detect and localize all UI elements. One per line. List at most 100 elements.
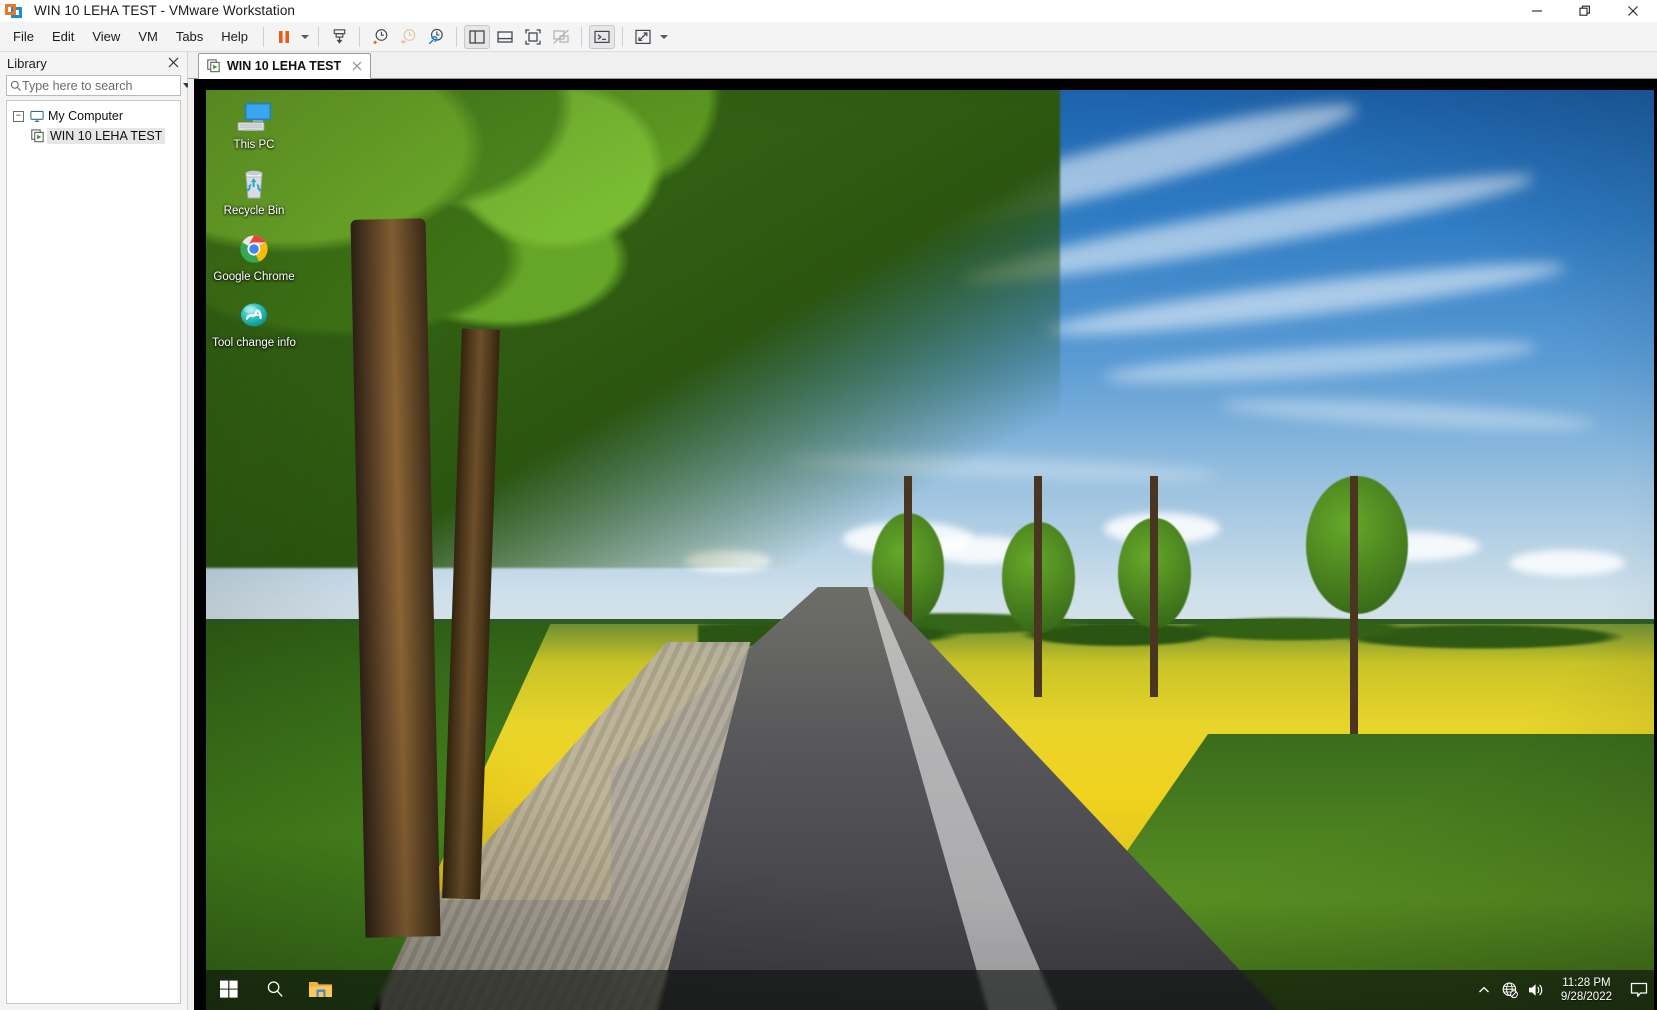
clock-revert-icon bbox=[400, 29, 415, 44]
fullscreen-icon bbox=[525, 28, 541, 45]
menu-vm[interactable]: VM bbox=[129, 25, 167, 48]
clock-plus-icon bbox=[373, 29, 387, 45]
network-status-icon[interactable] bbox=[1497, 970, 1523, 1010]
toolbar-divider bbox=[318, 26, 320, 47]
menu-toolbar: File Edit View VM Tabs Help bbox=[0, 22, 1657, 52]
take-snapshot-button[interactable] bbox=[367, 25, 393, 49]
vm-pane: WIN 10 LEHA TEST This PC Recycle Bin Goo… bbox=[188, 52, 1657, 1010]
restore-icon[interactable] bbox=[1561, 0, 1609, 22]
clock-time: 11:28 PM bbox=[1562, 977, 1611, 989]
desktop-icon-label: Recycle Bin bbox=[223, 205, 285, 217]
recycle-bin-icon bbox=[233, 164, 275, 204]
volume-icon[interactable] bbox=[1523, 970, 1549, 1010]
library-panel-icon bbox=[469, 29, 485, 44]
search-input[interactable] bbox=[22, 78, 183, 93]
close-icon[interactable] bbox=[165, 54, 181, 70]
speech-bubble-icon bbox=[1630, 982, 1648, 998]
window-title: WIN 10 LEHA TEST - VMware Workstation bbox=[34, 3, 296, 18]
menu-file[interactable]: File bbox=[4, 25, 43, 48]
title-bar: WIN 10 LEHA TEST - VMware Workstation bbox=[0, 0, 1657, 22]
vmware-logo-icon bbox=[5, 3, 25, 19]
vm-viewport-frame: This PC Recycle Bin Google Chrome Tool c… bbox=[194, 79, 1657, 1010]
stretch-guest-button[interactable] bbox=[630, 25, 656, 49]
file-explorer-button[interactable] bbox=[298, 970, 344, 1010]
search-icon bbox=[265, 979, 285, 1002]
speaker-icon bbox=[1528, 984, 1543, 996]
menu-view[interactable]: View bbox=[83, 25, 129, 48]
desktop-icon-google-chrome[interactable]: Google Chrome bbox=[212, 228, 296, 285]
library-header: Library bbox=[0, 52, 187, 74]
search-box[interactable] bbox=[6, 75, 191, 96]
tab-label: WIN 10 LEHA TEST bbox=[227, 59, 342, 73]
menu-help[interactable]: Help bbox=[212, 25, 257, 48]
close-icon[interactable] bbox=[349, 58, 365, 74]
stretch-dropdown-button[interactable] bbox=[657, 25, 671, 49]
toolbar-divider bbox=[622, 26, 624, 47]
thumbnail-bar-icon bbox=[497, 30, 513, 43]
desktop-icon-this-pc[interactable]: This PC bbox=[212, 96, 296, 153]
show-hidden-icons-button[interactable] bbox=[1471, 970, 1497, 1010]
desktop-icon-recycle-bin[interactable]: Recycle Bin bbox=[212, 162, 296, 219]
library-tree[interactable]: − My Computer WIN 10 LEHA TEST bbox=[6, 100, 181, 1004]
system-tray: 11:28 PM 9/28/2022 bbox=[1471, 970, 1654, 1010]
library-search-wrap bbox=[0, 74, 191, 100]
chevron-down-icon bbox=[301, 34, 310, 39]
vm-running-icon bbox=[207, 59, 222, 73]
expand-arrows-icon bbox=[635, 29, 651, 44]
snapshot-save-button[interactable] bbox=[326, 25, 352, 49]
desktop-icon-tool-change-info[interactable]: Tool change info bbox=[212, 294, 296, 351]
power-dropdown-button[interactable] bbox=[298, 25, 312, 49]
minimize-icon[interactable] bbox=[1513, 0, 1561, 22]
tree-row-vm[interactable]: WIN 10 LEHA TEST bbox=[7, 126, 180, 146]
unity-mode-button bbox=[548, 25, 574, 49]
taskbar-search-button[interactable] bbox=[252, 970, 298, 1010]
close-icon[interactable] bbox=[1609, 0, 1657, 22]
globe-no-internet-icon bbox=[1502, 982, 1518, 999]
vm-guest-screen[interactable]: This PC Recycle Bin Google Chrome Tool c… bbox=[206, 90, 1654, 1010]
desktop-icon-label: Tool change info bbox=[212, 337, 296, 349]
tab-win10-leha-test[interactable]: WIN 10 LEHA TEST bbox=[198, 53, 372, 79]
library-sidebar: Library Type here to search − My Compute… bbox=[0, 52, 191, 1010]
desktop-icon-label: Google Chrome bbox=[213, 271, 295, 283]
tool-change-icon bbox=[233, 296, 275, 336]
show-library-button[interactable] bbox=[464, 24, 491, 49]
toolbar-divider bbox=[263, 26, 265, 47]
pause-icon bbox=[279, 30, 290, 43]
tree-label-my-computer: My Computer bbox=[48, 109, 124, 123]
clock-date: 9/28/2022 bbox=[1560, 991, 1612, 1003]
window-controls bbox=[1513, 0, 1657, 22]
monitor-icon bbox=[28, 110, 45, 123]
toolbar-divider bbox=[359, 26, 361, 47]
tree-row-my-computer[interactable]: − My Computer bbox=[7, 106, 180, 126]
vm-running-icon bbox=[30, 129, 47, 143]
tab-strip: WIN 10 LEHA TEST bbox=[188, 52, 1657, 79]
terminal-icon bbox=[594, 30, 610, 43]
search-icon bbox=[10, 80, 22, 92]
snapshot-manager-button[interactable] bbox=[423, 25, 449, 49]
menu-edit[interactable]: Edit bbox=[43, 25, 83, 48]
suspend-vm-button[interactable] bbox=[271, 25, 297, 49]
tree-expander[interactable]: − bbox=[13, 110, 24, 122]
enter-fullscreen-button[interactable] bbox=[520, 25, 546, 49]
start-button[interactable] bbox=[206, 970, 252, 1010]
chevron-down-icon bbox=[660, 34, 669, 39]
toolbar-divider bbox=[456, 26, 458, 47]
show-thumbnails-button[interactable] bbox=[492, 25, 518, 49]
clock-wrench-icon bbox=[428, 28, 443, 45]
action-center-button[interactable] bbox=[1624, 970, 1654, 1010]
taskbar-clock[interactable]: 11:28 PM 9/28/2022 bbox=[1549, 970, 1624, 1010]
menu-tabs[interactable]: Tabs bbox=[167, 25, 212, 48]
folder-icon bbox=[308, 978, 334, 1003]
snapshot-save-icon bbox=[333, 29, 345, 44]
windows-logo-icon bbox=[219, 979, 239, 1002]
revert-snapshot-button bbox=[395, 25, 421, 49]
console-view-button[interactable] bbox=[589, 24, 616, 49]
unity-mode-icon bbox=[553, 28, 569, 44]
chrome-icon bbox=[233, 230, 275, 270]
chevron-up-icon bbox=[1478, 986, 1489, 993]
desktop-wallpaper bbox=[206, 90, 1654, 1010]
toolbar-divider bbox=[581, 26, 583, 47]
tree-label-vm: WIN 10 LEHA TEST bbox=[47, 128, 166, 144]
desktop-icon-label: This PC bbox=[233, 139, 275, 151]
desktop-icon-group: This PC Recycle Bin Google Chrome Tool c… bbox=[212, 96, 302, 360]
